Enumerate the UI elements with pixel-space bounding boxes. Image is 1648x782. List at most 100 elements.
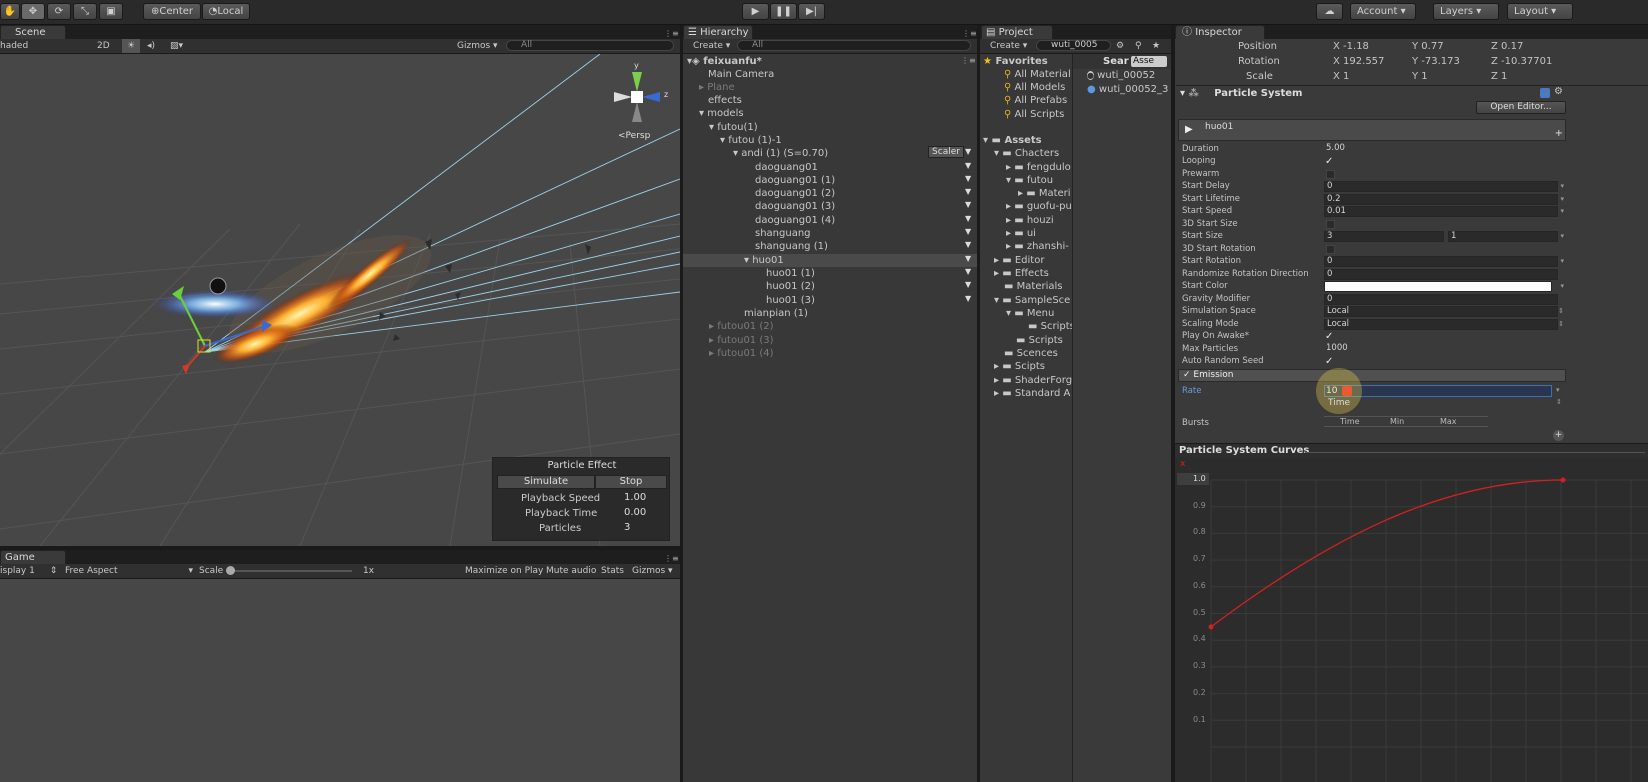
mute-audio-toggle[interactable]: Mute audio [546,564,596,578]
hierarchy-item[interactable]: shanguang [755,227,811,240]
hierarchy-item[interactable]: ▸ futou01 (2) [709,320,774,333]
hierarchy-item[interactable]: ▾ andi (1) (S=0.70) [733,147,828,160]
game-menu-icon[interactable]: ⋮≡ [664,554,679,563]
scene-search-input[interactable]: All [506,40,674,51]
folder-item[interactable]: ▸ ▬ Editor [994,254,1044,267]
play-button[interactable]: ▶ [742,3,769,20]
simulate-button[interactable]: Simulate [497,475,595,489]
rotation-z[interactable]: Z -10.37701 [1491,56,1552,67]
dropdown-arrow-icon[interactable]: ▾ [1560,230,1564,243]
folder-item[interactable]: ▸ ▬ Standard A [994,387,1070,400]
folder-item[interactable]: ▸ ▬ zhanshi- [1006,240,1069,253]
pivot-local-button[interactable]: ◔Local [202,3,250,20]
stats-toggle[interactable]: Stats [601,564,624,578]
stop-button[interactable]: Stop [595,475,667,489]
scene-root-menu-icon[interactable]: ⋮≡ [961,56,976,65]
checkbox-checked-icon[interactable]: ✓ [1325,155,1333,168]
scaler-button[interactable]: Scaler [928,146,964,158]
rect-tool-icon[interactable]: ▣ [99,3,123,20]
tab-inspector[interactable]: ⓘ Inspector [1175,25,1265,40]
account-dropdown[interactable]: Account ▾ [1350,3,1416,20]
tab-scene[interactable]: Scene [0,25,66,40]
checkbox[interactable] [1326,245,1335,254]
playback-speed-field[interactable]: 1.00 [621,492,667,504]
scene-root-row[interactable]: ▾◈ feixuanfu* [687,55,762,68]
tab-project[interactable]: ▤ Project [981,25,1053,40]
filter-label-icon[interactable]: ⚲ [1135,39,1142,53]
folder-item[interactable]: ▸ ▬ Materi [1018,187,1071,200]
scale-tool-icon[interactable]: ⤡ [73,3,97,20]
open-editor-button[interactable]: Open Editor... [1476,101,1566,114]
prop-row[interactable]: Start Speed 0.01 ▾ [1178,205,1566,218]
folder-item[interactable]: ▸ ▬ guofu-pu [1006,200,1072,213]
scale-slider-thumb[interactable] [226,566,235,575]
assets-header[interactable]: ▾ ▬ Assets [983,134,1042,147]
layers-dropdown[interactable]: Layers ▾ [1433,3,1499,20]
hierarchy-item[interactable]: Main Camera [708,68,774,81]
favorites-header[interactable]: ★ Favorites [983,55,1048,68]
start-color-swatch[interactable] [1324,281,1552,292]
folder-item[interactable]: ▸ ▬ houzi [1006,214,1054,227]
dropdown-arrow-icon[interactable]: ▾ [1560,255,1564,268]
hierarchy-menu-icon[interactable]: ⋮≡ [962,29,977,38]
prop-value[interactable]: 0 [1324,269,1558,280]
folder-item[interactable]: ▸ ▬ fengdulo [1006,161,1071,174]
prop-row[interactable]: Looping ✓ [1178,155,1566,168]
prop-row[interactable]: Start Color ▾ [1178,280,1566,293]
folder-item[interactable]: ▬ Materials [1004,280,1062,293]
dropdown-arrow-icon[interactable]: ▾ [1560,280,1564,293]
prop-row[interactable]: Simulation Space Local ⇕ [1178,305,1566,318]
scale-x[interactable]: X 1 [1333,71,1349,82]
filter-type-icon[interactable]: ⚙ [1116,39,1124,53]
hierarchy-item[interactable]: ▾ huo01 [744,254,784,267]
curve-key-end[interactable] [1560,477,1566,483]
hierarchy-search-input[interactable]: All [737,40,971,51]
prop-value[interactable]: 1000 [1324,344,1558,355]
position-y[interactable]: Y 0.77 [1412,41,1444,52]
favorite-item[interactable]: ⚲ All Models [1004,81,1065,94]
prop-value[interactable]: 5.00 [1324,144,1558,155]
position-z[interactable]: Z 0.17 [1491,41,1523,52]
prop-value-max[interactable]: 1 [1448,231,1558,242]
folder-item[interactable]: ▾ ▬ SampleSce [994,294,1070,307]
add-burst-icon[interactable]: + [1553,430,1564,441]
folder-item[interactable]: ▸ ▬ ShaderForg [994,374,1072,387]
hierarchy-item[interactable]: effects [708,94,742,107]
layout-dropdown[interactable]: Layout ▾ [1507,3,1573,20]
pivot-center-button[interactable]: ⊕Center [143,3,201,20]
prop-value[interactable]: Local [1324,306,1558,317]
prop-value[interactable]: 3 [1324,231,1444,242]
aspect-dropdown[interactable]: Free Aspect ▾ [65,564,193,578]
hierarchy-item[interactable]: daoguang01 (2) [755,187,835,200]
prop-value[interactable]: 0.2 [1324,194,1558,205]
effects-toggle-icon[interactable]: ▨▾ [170,39,183,53]
persp-label[interactable]: <Persp [618,131,650,141]
hierarchy-item[interactable]: daoguang01 (4) [755,214,835,227]
hierarchy-item[interactable]: ▸ Plane [699,81,735,94]
prop-row[interactable]: Start Size 3 1 ▾ [1178,230,1566,243]
2d-toggle[interactable]: 2D [97,39,110,53]
prop-row[interactable]: Start Delay 0 ▾ [1178,180,1566,193]
folder-item[interactable]: ▬ Scripts [1016,334,1063,347]
rotation-y[interactable]: Y -73.173 [1412,56,1460,67]
hierarchy-item[interactable]: huo01 (3) [766,294,815,307]
help-book-icon[interactable] [1540,88,1550,98]
folder-item[interactable]: ▬ Scences [1004,347,1058,360]
system-header-bar[interactable]: ▶ huo01 + [1178,119,1566,141]
favorite-item[interactable]: ⚲ All Scripts [1004,108,1064,121]
folder-item[interactable]: ▾ ▬ Menu [1006,307,1054,320]
game-gizmos-dropdown[interactable]: Gizmos ▾ [632,564,673,578]
search-scope-button[interactable]: Asse [1131,56,1167,67]
particle-system-header[interactable]: ▾ ⁂ Particle System [1180,88,1302,99]
scale-z[interactable]: Z 1 [1491,71,1507,82]
rate-mode-arrows-icon[interactable]: ⇕ [1556,398,1562,406]
folder-item[interactable]: ▾ ▬ Chacters [994,147,1059,160]
hierarchy-create-dropdown[interactable]: Create ▾ [693,39,730,53]
tab-game[interactable]: Game [0,550,66,565]
project-create-dropdown[interactable]: Create ▾ [990,39,1027,53]
hierarchy-item[interactable]: ▸ futou01 (3) [709,334,774,347]
emission-module-header[interactable]: ✓ Emission [1178,369,1566,382]
scale-y[interactable]: Y 1 [1412,71,1428,82]
curves-editor[interactable]: x 1.0 0.9 0.8 0.7 0.6 0.5 0.4 0.3 0.2 0.… [1175,457,1648,782]
dropdown-arrow-icon[interactable]: ▾ [1560,180,1564,193]
